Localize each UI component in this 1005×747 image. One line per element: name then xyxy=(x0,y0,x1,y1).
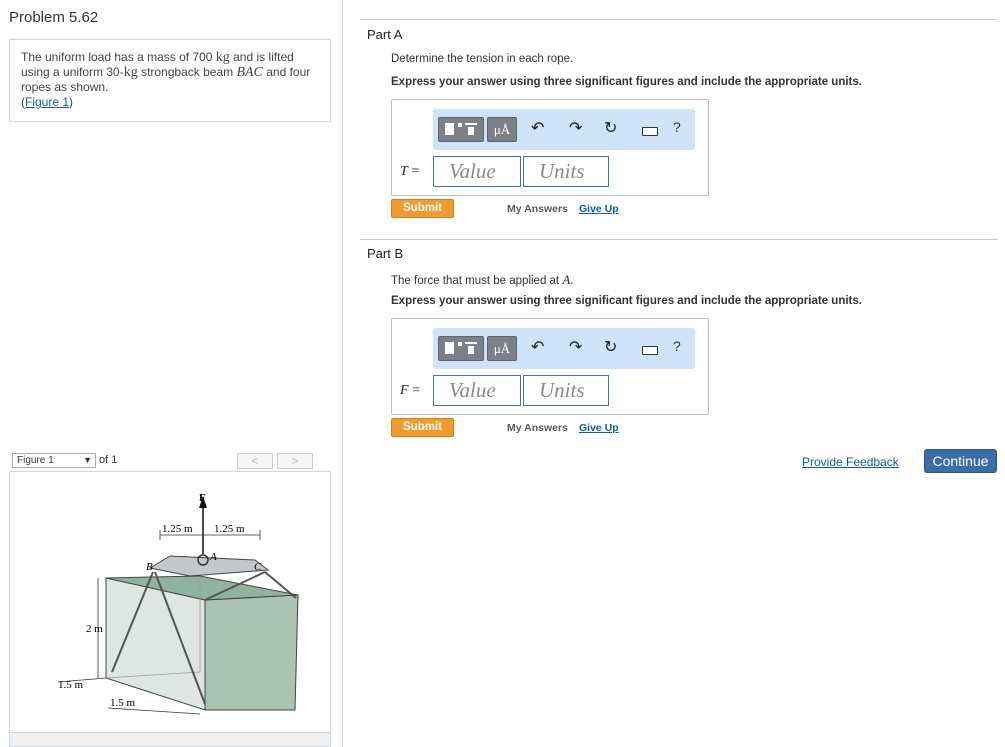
height-label: 2 m xyxy=(86,623,103,635)
part-a-instruction: Express your answer using three signific… xyxy=(391,76,862,88)
help-icon[interactable]: ? xyxy=(673,119,681,135)
equals-sign: = xyxy=(407,164,420,179)
help-icon[interactable]: ? xyxy=(673,338,681,354)
figure-toolbar: Figure 1 ▼ of 1 < > xyxy=(9,451,331,471)
problem-text: strongback beam xyxy=(137,65,237,79)
reset-icon[interactable]: ↻ xyxy=(604,118,617,138)
part-b-question: The force that must be applied at A. xyxy=(391,272,573,288)
dimension-label: 1.25 m xyxy=(162,523,193,535)
figure-select[interactable]: Figure 1 ▼ xyxy=(12,453,96,468)
units-input[interactable]: Units xyxy=(523,375,609,406)
redo-icon[interactable]: ↷ xyxy=(569,337,582,357)
strongback-beam xyxy=(148,555,270,577)
unit-kg: kg xyxy=(215,50,230,65)
templates-button[interactable] xyxy=(438,117,484,142)
part-a-divider xyxy=(360,19,998,20)
part-b-submit-button[interactable]: Submit xyxy=(391,418,454,437)
problem-title: Problem 5.62 xyxy=(9,9,99,26)
point-b-label: B xyxy=(146,561,153,573)
point-a-label: A xyxy=(209,551,217,563)
width-label: 1.5 m xyxy=(110,697,136,709)
part-b-my-answers: My Answers xyxy=(507,422,568,434)
variable-label: T = xyxy=(400,164,419,180)
undo-icon[interactable]: ↶ xyxy=(531,337,544,357)
reset-icon[interactable]: ↻ xyxy=(604,337,617,357)
part-a-submit-button[interactable]: Submit xyxy=(391,199,454,218)
part-b-title[interactable]: Part B xyxy=(367,246,403,261)
keyboard-icon[interactable] xyxy=(642,346,658,355)
units-input[interactable]: Units xyxy=(523,156,609,187)
problem-pane: Problem 5.62 The uniform load has a mass… xyxy=(0,0,343,747)
part-b-give-up-link[interactable]: Give Up xyxy=(579,422,619,434)
math-toolbar: μÅ ↶ ↷ ↻ ? xyxy=(433,328,695,369)
value-input[interactable]: Value xyxy=(433,156,521,187)
question-text: . xyxy=(570,275,574,287)
box-front-face xyxy=(105,577,206,711)
dimension-label: 1.25 m xyxy=(214,523,245,535)
part-a-answer-box: μÅ ↶ ↷ ↻ ? T = Value Units xyxy=(391,99,709,196)
figure-select-value: Figure 1 xyxy=(17,455,54,466)
provide-feedback-link[interactable]: Provide Feedback xyxy=(802,455,899,469)
force-label: F xyxy=(199,492,206,504)
figure-count: of 1 xyxy=(99,454,118,466)
figure-link[interactable]: Figure 1 xyxy=(25,95,69,109)
point-c-label: C xyxy=(254,561,262,573)
box-diagram: F 1.25 m 1.25 m A B C 2 m 1.5 m 1.5 m xyxy=(57,492,299,715)
box-right-face xyxy=(204,594,299,711)
next-figure-button[interactable]: > xyxy=(277,453,313,469)
templates-button[interactable] xyxy=(438,336,484,361)
part-a-title[interactable]: Part A xyxy=(367,27,402,42)
part-b-instruction: Express your answer using three signific… xyxy=(391,295,862,307)
keyboard-icon[interactable] xyxy=(642,127,658,136)
part-a-my-answers: My Answers xyxy=(507,203,568,215)
undo-icon[interactable]: ↶ xyxy=(531,118,544,138)
value-input[interactable]: Value xyxy=(433,375,521,406)
part-a-question: Determine the tension in each rope. xyxy=(391,53,574,65)
dropdown-arrow-icon: ▼ xyxy=(83,455,92,465)
units-symbol-button[interactable]: μÅ xyxy=(487,117,517,142)
variable-symbol: T xyxy=(400,164,408,179)
part-b-divider xyxy=(360,239,998,240)
math-toolbar: μÅ ↶ ↷ ↻ ? xyxy=(433,109,695,150)
unit-kg: kg xyxy=(123,65,138,80)
problem-text: The uniform load has a mass of 700 xyxy=(21,50,216,64)
problem-statement: The uniform load has a mass of 700 kg an… xyxy=(9,39,331,122)
units-symbol-button[interactable]: μÅ xyxy=(487,336,517,361)
depth-label: 1.5 m xyxy=(58,679,84,691)
variable-label: F = xyxy=(400,383,420,399)
variable-symbol: F xyxy=(400,383,409,398)
prev-figure-button[interactable]: < xyxy=(237,453,273,469)
redo-icon[interactable]: ↷ xyxy=(569,118,582,138)
part-a-give-up-link[interactable]: Give Up xyxy=(579,203,619,215)
equals-sign: = xyxy=(408,383,420,398)
figure-link-paren: ) xyxy=(69,95,74,109)
figure-frame: F 1.25 m 1.25 m A B C 2 m 1.5 m 1.5 m xyxy=(9,471,331,733)
continue-button[interactable]: Continue xyxy=(924,449,997,473)
question-text: The force that must be applied at xyxy=(391,275,563,287)
figure-scrollbar[interactable] xyxy=(9,733,331,747)
part-b-answer-box: μÅ ↶ ↷ ↻ ? F = Value Units xyxy=(391,318,709,415)
beam-label: BAC xyxy=(236,65,263,80)
